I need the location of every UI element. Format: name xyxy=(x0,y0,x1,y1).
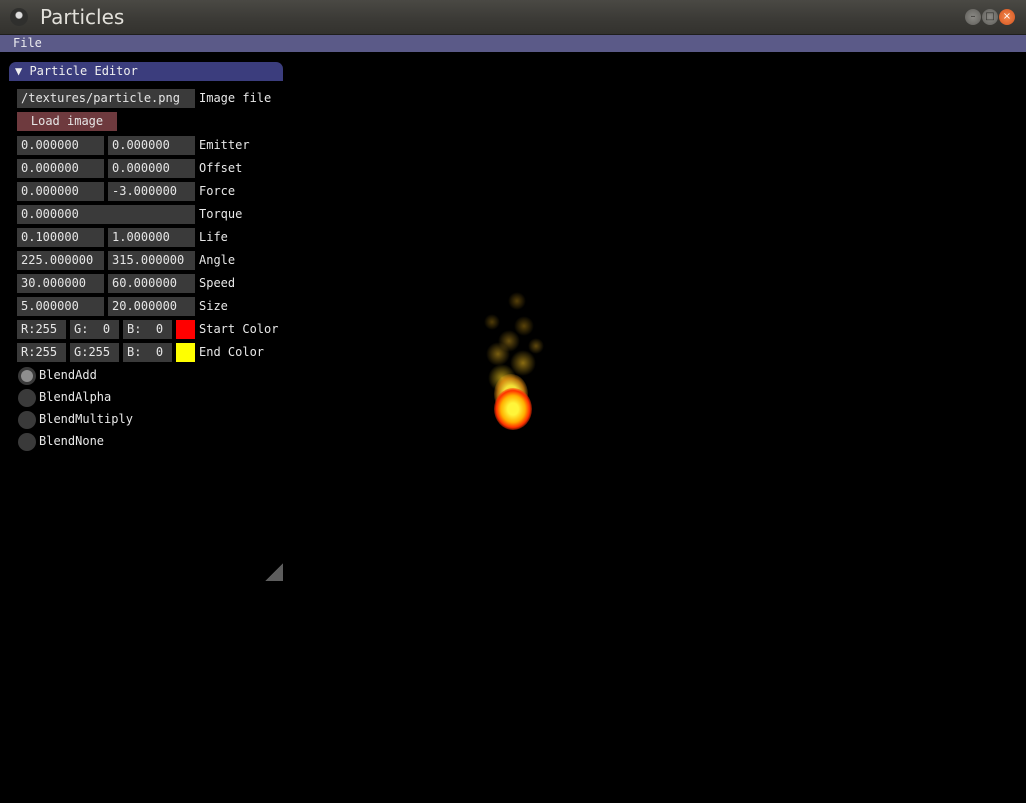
menubar: File xyxy=(0,35,1026,52)
blend-add-radio[interactable] xyxy=(18,367,36,385)
angle-max-input[interactable]: 315.000000 xyxy=(108,251,195,270)
particle-editor-title: ▼ Particle Editor xyxy=(15,64,138,78)
force-label: Force xyxy=(199,184,236,198)
angle-label: Angle xyxy=(199,253,236,267)
speed-max-input[interactable]: 60.000000 xyxy=(108,274,195,293)
torque-label: Torque xyxy=(199,207,243,221)
load-image-button[interactable]: Load image xyxy=(17,112,117,131)
start-color-swatch[interactable] xyxy=(176,320,195,339)
end-color-g-input[interactable]: G:255 xyxy=(70,343,119,362)
app-icon xyxy=(10,8,28,26)
size-min-input[interactable]: 5.000000 xyxy=(17,297,104,316)
emitter-y-input[interactable]: 0.000000 xyxy=(108,136,195,155)
end-color-swatch[interactable] xyxy=(176,343,195,362)
image-file-input[interactable]: /textures/particle.png xyxy=(17,89,195,108)
life-label: Life xyxy=(199,230,228,244)
start-color-g-input[interactable]: G: 0 xyxy=(70,320,119,339)
torque-input[interactable]: 0.000000 xyxy=(17,205,195,224)
emitter-label: Emitter xyxy=(199,138,250,152)
close-icon[interactable]: × xyxy=(999,9,1015,25)
window-titlebar[interactable]: Particles – □ × xyxy=(0,0,1026,35)
particle-effect xyxy=(470,280,570,440)
window-title: Particles xyxy=(40,5,125,29)
blend-add-label[interactable]: BlendAdd xyxy=(39,366,97,385)
life-min-input[interactable]: 0.100000 xyxy=(17,228,104,247)
speed-label: Speed xyxy=(199,276,236,290)
blend-multiply-label[interactable]: BlendMultiply xyxy=(39,410,133,429)
menu-file[interactable]: File xyxy=(13,36,42,51)
particle-editor-header[interactable]: ▼ Particle Editor xyxy=(9,62,283,81)
end-color-label: End Color xyxy=(199,345,265,359)
force-x-input[interactable]: 0.000000 xyxy=(17,182,104,201)
blend-none-radio[interactable] xyxy=(18,433,36,451)
blend-none-label[interactable]: BlendNone xyxy=(39,432,104,451)
maximize-icon[interactable]: □ xyxy=(982,9,998,25)
life-max-input[interactable]: 1.000000 xyxy=(108,228,195,247)
force-y-input[interactable]: -3.000000 xyxy=(108,182,195,201)
minimize-icon[interactable]: – xyxy=(965,9,981,25)
end-color-r-input[interactable]: R:255 xyxy=(17,343,66,362)
blend-alpha-radio[interactable] xyxy=(18,389,36,407)
start-color-r-input[interactable]: R:255 xyxy=(17,320,66,339)
panel-resize-grip[interactable] xyxy=(265,563,283,581)
offset-x-input[interactable]: 0.000000 xyxy=(17,159,104,178)
speed-min-input[interactable]: 30.000000 xyxy=(17,274,104,293)
offset-label: Offset xyxy=(199,161,243,175)
blend-multiply-radio[interactable] xyxy=(18,411,36,429)
emitter-x-input[interactable]: 0.000000 xyxy=(17,136,104,155)
end-color-b-input[interactable]: B: 0 xyxy=(123,343,172,362)
blend-alpha-label[interactable]: BlendAlpha xyxy=(39,388,111,407)
size-max-input[interactable]: 20.000000 xyxy=(108,297,195,316)
angle-min-input[interactable]: 225.000000 xyxy=(17,251,104,270)
image-file-label: Image file xyxy=(199,91,272,105)
start-color-label: Start Color xyxy=(199,322,279,336)
start-color-b-input[interactable]: B: 0 xyxy=(123,320,172,339)
size-label: Size xyxy=(199,299,228,313)
offset-y-input[interactable]: 0.000000 xyxy=(108,159,195,178)
